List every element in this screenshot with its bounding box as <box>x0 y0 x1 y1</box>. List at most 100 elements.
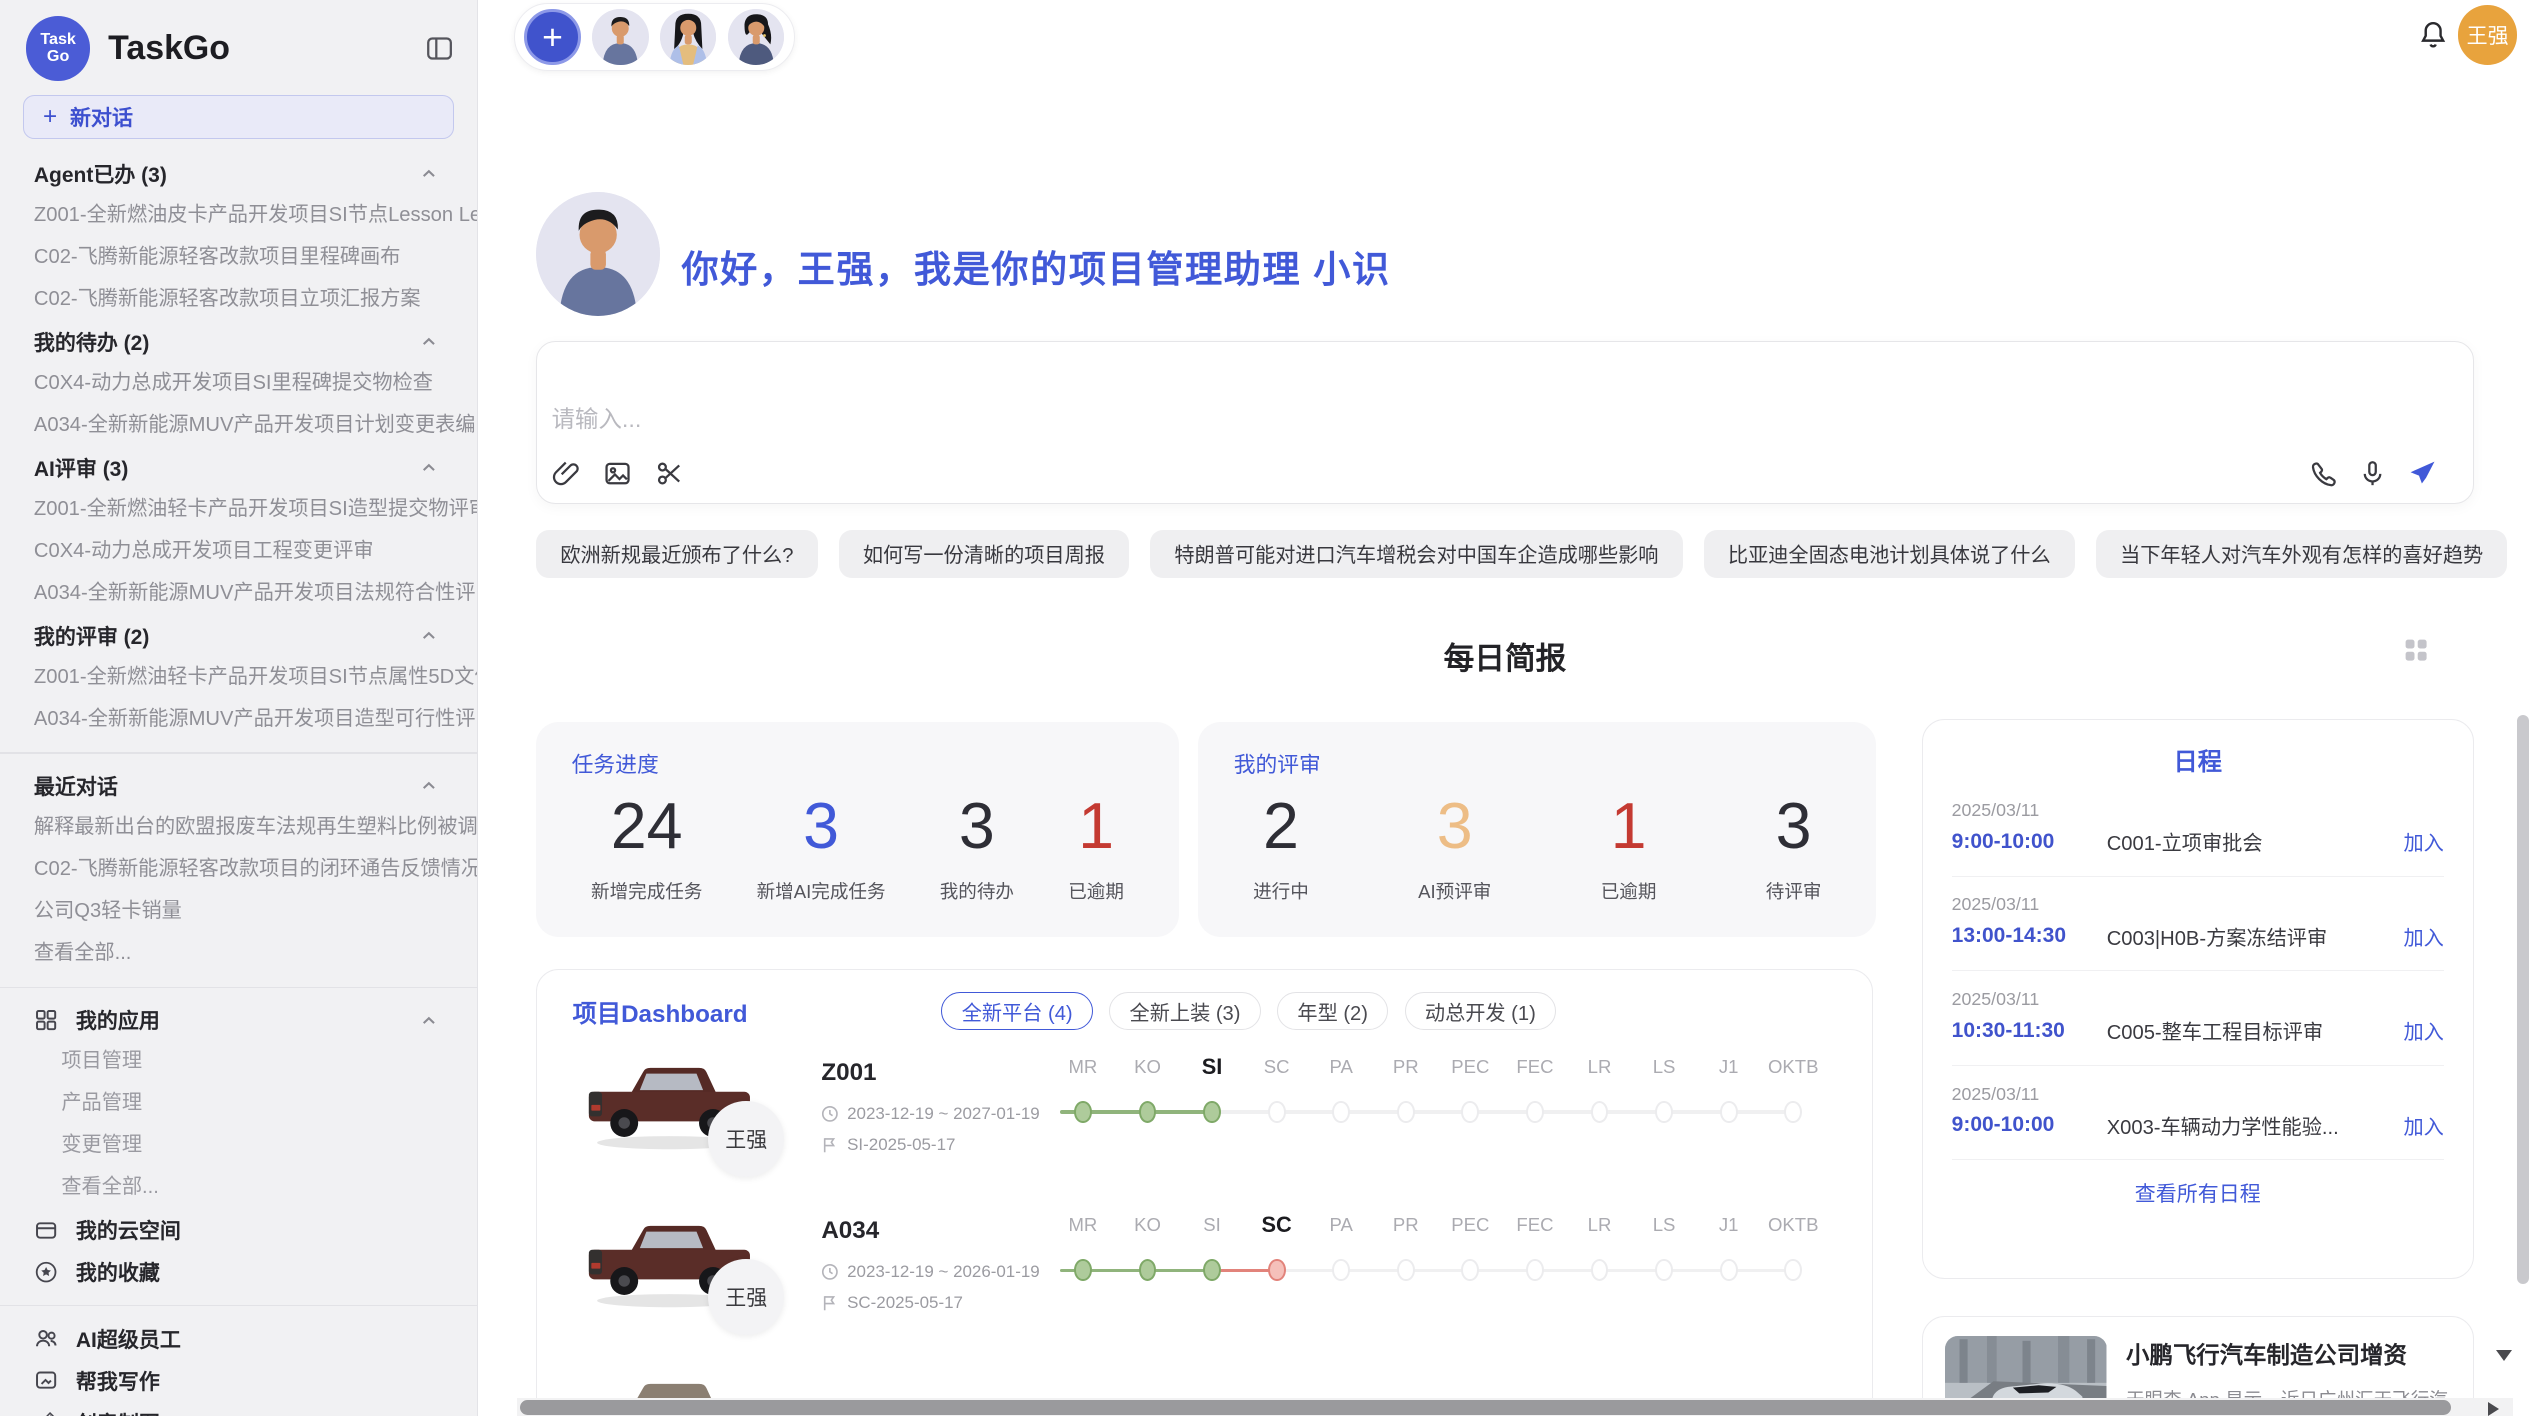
milestone-dot <box>1526 1259 1544 1282</box>
horizontal-scrollbar-track[interactable] <box>517 1398 2513 1416</box>
collapse-sidebar-icon[interactable] <box>425 34 454 63</box>
section-my-todo[interactable]: 我的待办 (2) <box>0 321 477 363</box>
scroll-down-arrow-icon[interactable] <box>2496 1350 2512 1361</box>
sidebar-item[interactable]: C02-飞腾新能源轻客改款项目里程碑画布 <box>0 237 477 279</box>
chevron-up-icon[interactable] <box>420 777 438 795</box>
join-link[interactable]: 加入 <box>2403 1016 2443 1045</box>
ai-super-staff[interactable]: AI超级员工 <box>0 1318 477 1360</box>
sidebar-item[interactable]: A034-全新新能源MUV产品开发项目计划变更表编写 <box>0 405 477 447</box>
my-apps[interactable]: 我的应用 <box>0 999 477 1041</box>
stat-value: 3 <box>757 788 886 866</box>
my-favorites[interactable]: 我的收藏 <box>0 1251 477 1293</box>
clock-icon <box>821 1105 839 1123</box>
milestone-label: SI <box>1180 1210 1245 1239</box>
suggestion-chip[interactable]: 如何写一份清晰的项目周报 <box>839 530 1130 578</box>
milestone-label: J1 <box>1696 1052 1761 1081</box>
tab-model-year[interactable]: 年型 (2) <box>1277 992 1388 1029</box>
agent-avatar-woman-2[interactable] <box>728 9 785 66</box>
project-row[interactable]: 王强 Z001 2023-12-19 ~ 2027-01-19 SI-2025-… <box>537 1039 1872 1197</box>
sidebar-header: Task Go TaskGo <box>0 0 477 95</box>
chevron-up-icon[interactable] <box>420 165 438 183</box>
milestone-label: MR <box>1051 1210 1116 1239</box>
chevron-up-icon[interactable] <box>420 333 438 351</box>
schedule-item: 2025/03/11 9:00-10:00 X003-车辆动力学性能验... 加… <box>1952 1084 2444 1161</box>
stat-my-todo: 3 我的待办 <box>940 788 1014 904</box>
sidebar-item[interactable]: A034-全新新能源MUV产品开发项目法规符合性评审 <box>0 573 477 615</box>
milestone-dot <box>1591 1101 1609 1124</box>
clock-icon <box>821 1263 839 1281</box>
my-cloud-space[interactable]: 我的云空间 <box>0 1209 477 1251</box>
composer-right-icons <box>2308 459 2437 488</box>
view-all-schedules-link[interactable]: 查看所有日程 <box>1952 1178 2444 1208</box>
schedule-date: 2025/03/11 <box>1952 894 2444 915</box>
logo-text-top: Task <box>40 31 76 49</box>
section-recent-chats[interactable]: 最近对话 <box>0 765 477 807</box>
chevron-up-icon[interactable] <box>420 1012 438 1030</box>
chevron-up-icon[interactable] <box>420 627 438 645</box>
section-agent-done[interactable]: Agent已办 (3) <box>0 153 477 195</box>
section-ai-review[interactable]: AI评审 (3) <box>0 447 477 489</box>
recent-chat-item[interactable]: C02-飞腾新能源轻客改款项目的闭环通告反馈情况 <box>0 849 477 891</box>
sidebar-item[interactable]: Z001-全新燃油轻卡产品开发项目SI造型提交物评审 <box>0 489 477 531</box>
recent-view-all[interactable]: 查看全部... <box>0 933 477 975</box>
chat-composer <box>536 341 2474 504</box>
taskgo-logo: Task Go <box>26 16 91 81</box>
sidebar-item[interactable]: C02-飞腾新能源轻客改款项目立项汇报方案 <box>0 279 477 321</box>
send-icon[interactable] <box>2408 459 2437 488</box>
creative-drawing[interactable]: 创意制图 <box>0 1402 477 1416</box>
horizontal-scrollbar-thumb[interactable] <box>520 1400 2451 1415</box>
apps-view-all[interactable]: 查看全部... <box>0 1167 477 1209</box>
project-dashboard-card: 项目Dashboard 全新平台 (4) 全新上装 (3) 年型 (2) 动总开… <box>536 969 1873 1416</box>
image-upload-icon[interactable] <box>603 459 632 488</box>
help-me-write[interactable]: 帮我写作 <box>0 1360 477 1402</box>
suggestion-chip[interactable]: 欧洲新规最近颁布了什么? <box>536 530 818 578</box>
recent-chat-item[interactable]: 公司Q3轻卡销量 <box>0 891 477 933</box>
my-favorites-label: 我的收藏 <box>76 1257 438 1287</box>
scroll-right-arrow-icon[interactable] <box>2488 1402 2499 1416</box>
recent-chat-item[interactable]: 解释最新出台的欧盟报废车法规再生塑料比例被调至15%... <box>0 807 477 849</box>
sidebar-item[interactable]: A034-全新新能源MUV产品开发项目造型可行性评审 <box>0 699 477 741</box>
join-link[interactable]: 加入 <box>2403 1111 2443 1140</box>
app-title: TaskGo <box>108 29 425 68</box>
tab-powertrain[interactable]: 动总开发 (1) <box>1405 992 1557 1029</box>
attachment-icon[interactable] <box>552 459 581 488</box>
sidebar-item[interactable]: C0X4-动力总成开发项目SI里程碑提交物检查 <box>0 363 477 405</box>
phone-call-icon[interactable] <box>2308 459 2337 488</box>
project-name: Z001 <box>821 1059 876 1087</box>
sidebar-item[interactable]: Z001-全新燃油皮卡产品开发项目SI节点Lesson Learn报告 <box>0 195 477 237</box>
app-item-product-mgmt[interactable]: 产品管理 <box>0 1083 477 1125</box>
stat-overdue: 1 已逾期 <box>1601 788 1657 904</box>
chat-input[interactable] <box>552 406 1521 433</box>
stat-label: 我的待办 <box>940 877 1014 904</box>
app-item-change-mgmt[interactable]: 变更管理 <box>0 1125 477 1167</box>
agent-avatar-woman-1[interactable] <box>660 9 717 66</box>
add-conversation-button[interactable]: + <box>524 9 581 66</box>
suggestion-chip[interactable]: 特朗普可能对进口汽车增税会对中国车企造成哪些影响 <box>1150 530 1683 578</box>
stat-new-done: 24 新增完成任务 <box>591 788 702 904</box>
milestone-dot <box>1332 1101 1350 1124</box>
schedule-time: 10:30-11:30 <box>1952 1019 2107 1043</box>
layout-grid-icon[interactable] <box>2404 638 2428 662</box>
chevron-up-icon[interactable] <box>420 459 438 477</box>
join-link[interactable]: 加入 <box>2403 827 2443 856</box>
suggestion-chip[interactable]: 比亚迪全固态电池计划具体说了什么 <box>1704 530 2075 578</box>
agent-avatar-man[interactable] <box>592 9 649 66</box>
stat-label: 待评审 <box>1766 877 1822 904</box>
suggestion-chip[interactable]: 当下年轻人对汽车外观有怎样的喜好趋势 <box>2096 530 2508 578</box>
microphone-icon[interactable] <box>2358 459 2387 488</box>
app-item-project-mgmt[interactable]: 项目管理 <box>0 1041 477 1083</box>
tab-new-platform[interactable]: 全新平台 (4) <box>941 992 1093 1029</box>
milestone-label: LR <box>1567 1210 1632 1239</box>
project-row[interactable]: 王强 A034 2023-12-19 ~ 2026-01-19 SC-2025-… <box>537 1198 1872 1356</box>
scissors-icon[interactable] <box>655 459 684 488</box>
sidebar-item[interactable]: C0X4-动力总成开发项目工程变更评审 <box>0 531 477 573</box>
vertical-scrollbar-thumb[interactable] <box>2517 715 2528 1283</box>
join-link[interactable]: 加入 <box>2403 922 2443 951</box>
daily-briefing-title: 每日简报 <box>1444 641 1567 676</box>
tab-new-body[interactable]: 全新上装 (3) <box>1109 992 1261 1029</box>
sidebar-item[interactable]: Z001-全新燃油轻卡产品开发项目SI节点属性5D文件评审 <box>0 657 477 699</box>
notification-bell-icon[interactable] <box>2417 19 2449 51</box>
user-avatar[interactable]: 王强 <box>2458 5 2518 65</box>
new-chat-button[interactable]: + 新对话 <box>23 95 455 139</box>
section-my-review[interactable]: 我的评审 (2) <box>0 615 477 657</box>
